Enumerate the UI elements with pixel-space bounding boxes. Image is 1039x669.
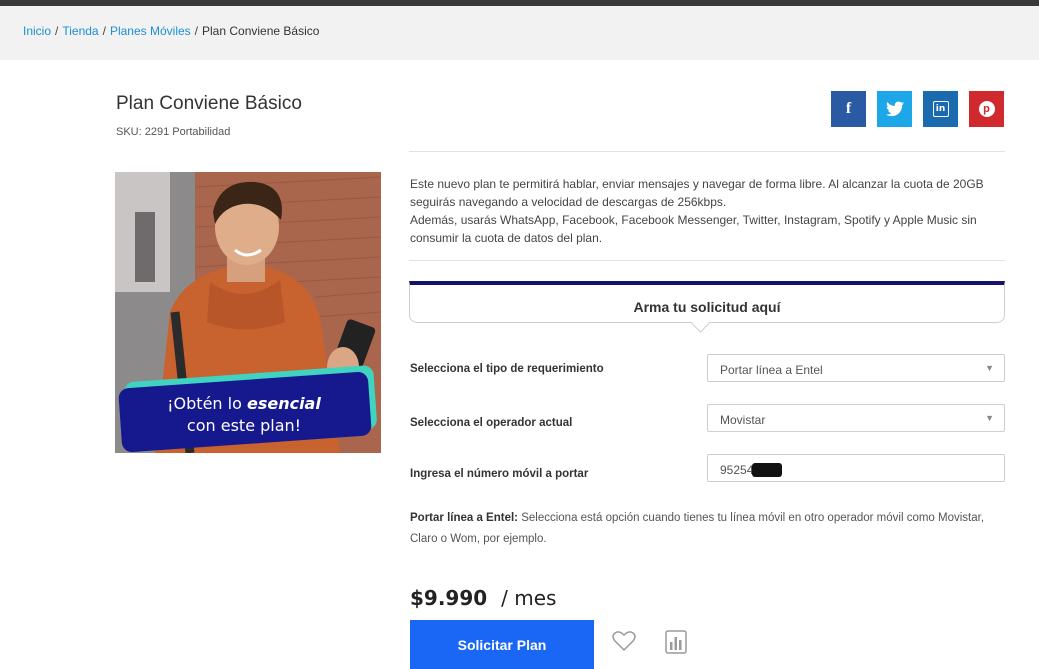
heart-icon[interactable] <box>612 630 636 657</box>
promo-banner-line1: ¡Obtén lo esencial <box>167 394 321 413</box>
description-paragraph: Además, usarás WhatsApp, Facebook, Faceb… <box>410 213 977 245</box>
porting-note: Portar línea a Entel: Selecciona está op… <box>410 508 1000 550</box>
operator-select-value: Movistar <box>720 413 766 427</box>
pinterest-icon: p <box>978 101 995 117</box>
divider <box>409 151 1005 152</box>
operator-select[interactable]: Movistar ▼ <box>707 404 1005 432</box>
linkedin-icon: in <box>932 101 949 117</box>
share-twitter-button[interactable] <box>877 91 912 127</box>
operator-label: Selecciona el operador actual <box>410 417 573 429</box>
breadcrumb-link-tienda[interactable]: Tienda <box>62 24 98 38</box>
facebook-icon: f <box>845 100 852 117</box>
share-pinterest-button[interactable]: p <box>969 91 1004 127</box>
divider <box>409 260 1005 261</box>
plan-price: $9.990 / mes <box>410 586 556 610</box>
description-paragraph: Este nuevo plan te permitirá hablar, env… <box>410 177 984 209</box>
phone-number-input[interactable]: 95254 <box>707 454 1005 482</box>
price-period: / mes <box>501 586 557 610</box>
product-sku: SKU: 2291 Portabilidad <box>116 126 231 138</box>
form-title: Arma tu solicitud aquí <box>633 299 781 315</box>
page-title: Plan Conviene Básico <box>116 93 302 114</box>
price-amount: $9.990 <box>410 586 488 610</box>
promo-banner-line2: con este plan! <box>186 416 302 435</box>
promo-banner-text: ¡Obtén lo esencial con este plan! <box>124 393 364 437</box>
product-description: Este nuevo plan te permitirá hablar, env… <box>410 175 1010 247</box>
share-facebook-button[interactable]: f <box>831 91 866 127</box>
requirement-label: Selecciona el tipo de requerimiento <box>410 363 604 375</box>
breadcrumb-separator: / <box>102 24 106 38</box>
breadcrumb-separator: / <box>194 24 198 38</box>
compare-icon[interactable] <box>665 630 687 659</box>
breadcrumb-separator: / <box>55 24 59 38</box>
porting-note-title: Portar línea a Entel: <box>410 512 519 524</box>
request-form-header: Arma tu solicitud aquí <box>409 281 1005 323</box>
promo-banner-emphasis: esencial <box>246 394 321 413</box>
requirement-select-value: Portar línea a Entel <box>720 363 823 377</box>
solicitar-plan-button[interactable]: Solicitar Plan <box>410 620 594 669</box>
number-label: Ingresa el número móvil a portar <box>410 468 589 480</box>
phone-number-value: 95254 <box>720 463 754 477</box>
breadcrumb-current: Plan Conviene Básico <box>202 24 320 38</box>
chevron-down-icon: ▼ <box>985 363 994 373</box>
redacted-digits <box>752 463 783 477</box>
chevron-down-icon: ▼ <box>985 413 994 423</box>
breadcrumb-link-inicio[interactable]: Inicio <box>23 24 51 38</box>
breadcrumb: Inicio / Tienda / Planes Móviles / Plan Convie… <box>0 6 1039 60</box>
share-linkedin-button[interactable]: in <box>923 91 958 127</box>
requirement-select[interactable]: Portar línea a Entel ▼ <box>707 354 1005 382</box>
twitter-icon <box>885 101 904 117</box>
breadcrumb-link-planes-moviles[interactable]: Planes Móviles <box>110 24 191 38</box>
